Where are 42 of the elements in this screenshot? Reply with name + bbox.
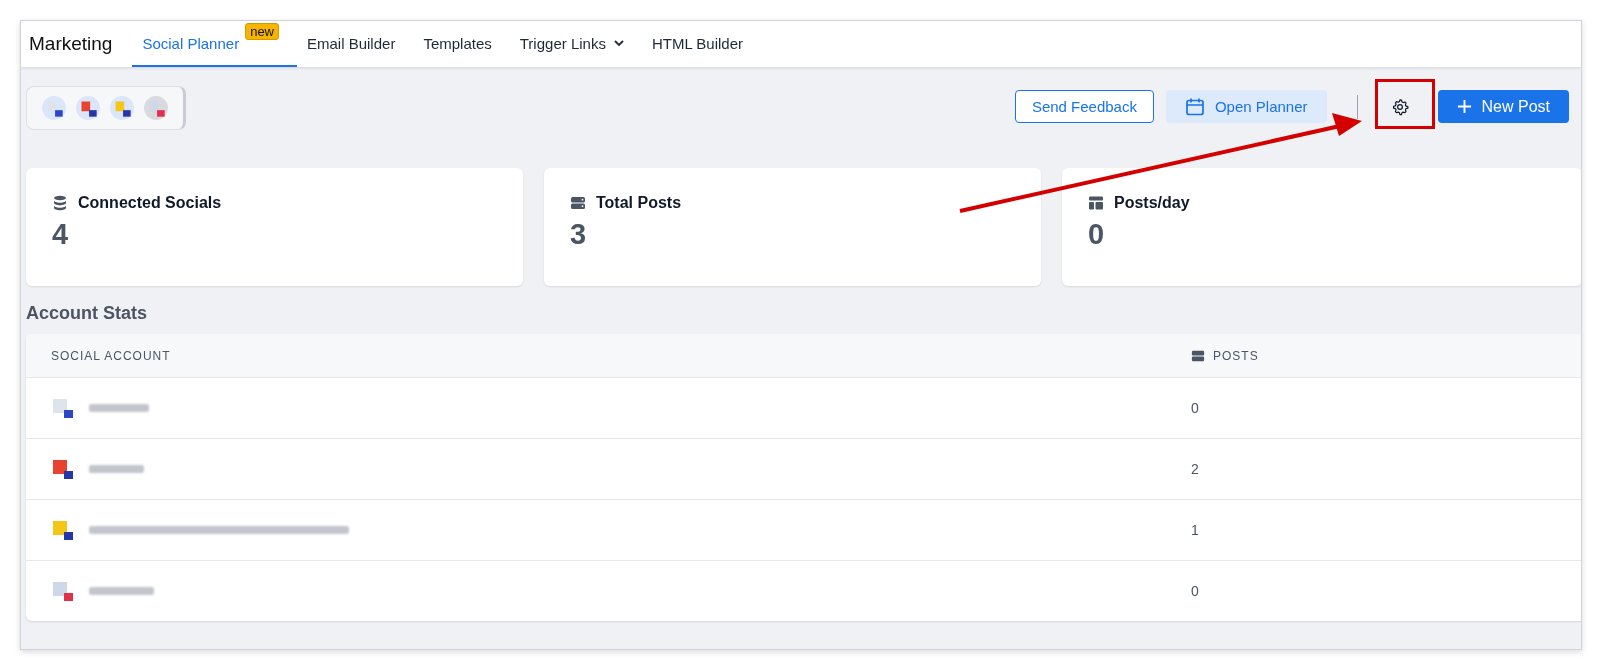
stat-value: 3: [570, 218, 588, 251]
blurred-name: [89, 404, 149, 412]
blurred-name: [89, 587, 154, 595]
avatar-icon: [75, 95, 101, 121]
server-icon: [570, 195, 586, 211]
avatar-icon: [51, 396, 75, 420]
stat-label: Total Posts: [596, 194, 682, 212]
layout-icon: [1088, 195, 1104, 211]
avatar-icon: [51, 518, 75, 542]
app-title: Marketing: [29, 32, 113, 56]
plus-icon: [1456, 99, 1472, 114]
avatar-icon: [41, 95, 67, 121]
avatar-icon: [109, 95, 135, 121]
nav-tab[interactable]: Trigger Links: [509, 21, 642, 67]
new-badge: new: [245, 23, 279, 40]
stat-label: Posts/day: [1114, 194, 1190, 212]
table-cell: 0: [1191, 400, 1199, 416]
stat-value: 4: [52, 218, 70, 251]
avatar-icon: [51, 457, 75, 481]
calendar-icon: [1184, 96, 1205, 117]
nav-tab[interactable]: Email Builder: [297, 21, 414, 67]
stat-label: Connected Socials: [78, 194, 222, 212]
blurred-name: [89, 465, 144, 473]
nav-tab[interactable]: Templates: [413, 21, 510, 67]
new-post-button[interactable]: New Post: [1437, 90, 1569, 123]
column-header: SOCIAL ACCOUNT: [50, 348, 172, 363]
server-icon: [1191, 348, 1205, 363]
send-feedback-button[interactable]: Send Feedback: [1014, 90, 1154, 123]
table-cell: 2: [1191, 461, 1199, 477]
section-title: Account Stats: [26, 303, 149, 324]
database-icon: [52, 195, 68, 211]
settings-icon: [1390, 97, 1409, 116]
nav-tab[interactable]: HTML Builder: [641, 21, 762, 67]
avatar-icon: [51, 579, 75, 603]
table-cell: 1: [1191, 522, 1199, 538]
open-planner-button[interactable]: Open Planner: [1165, 90, 1327, 123]
highlight-box: [1375, 79, 1435, 129]
table-cell: 0: [1191, 583, 1199, 599]
column-header: POSTS: [1213, 348, 1259, 363]
avatar-icon: [143, 95, 169, 121]
nav-tab[interactable]: Social Planner new: [132, 21, 297, 67]
stat-value: 0: [1088, 218, 1106, 251]
